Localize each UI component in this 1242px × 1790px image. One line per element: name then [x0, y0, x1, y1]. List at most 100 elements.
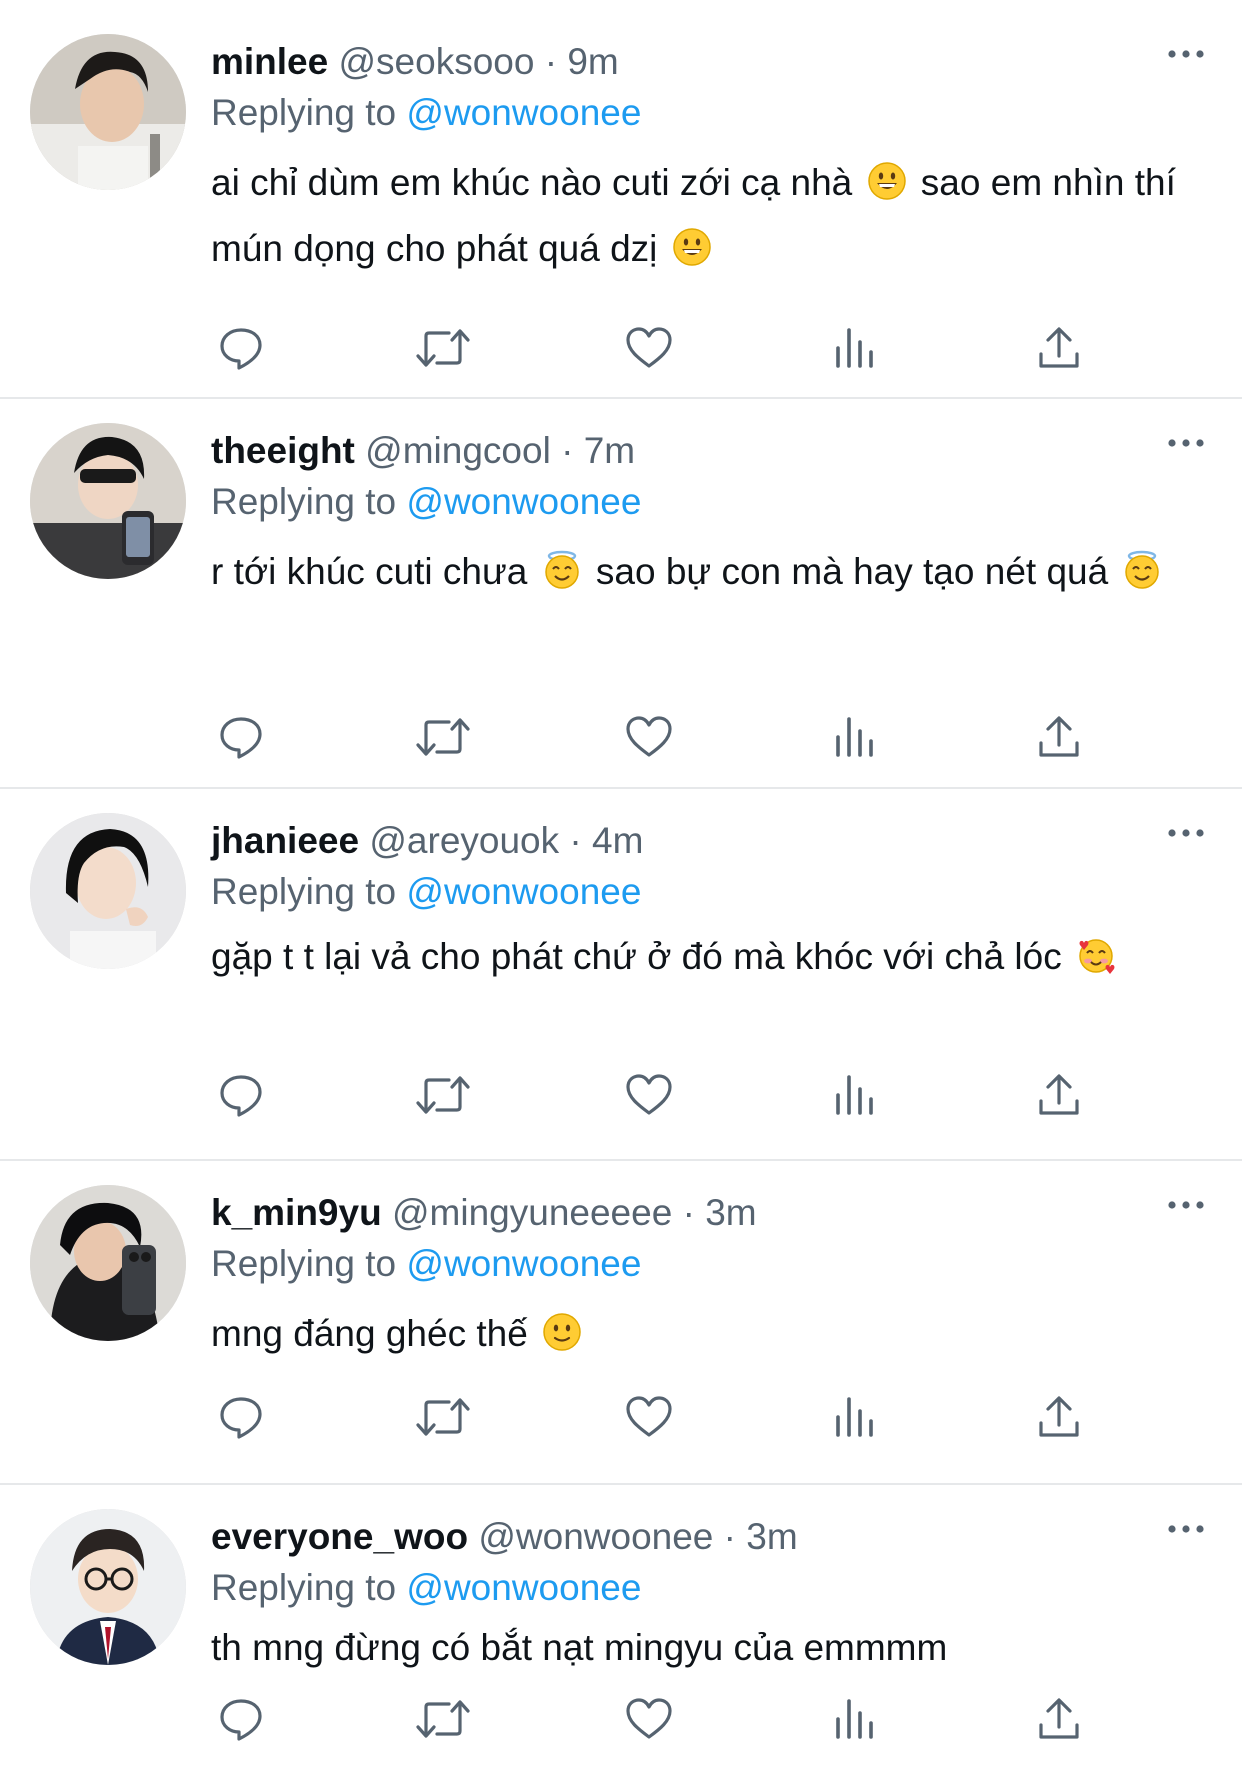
- replying-to-handle[interactable]: @wonwoonee: [406, 92, 641, 133]
- tweet[interactable]: everyone_woo @wonwoonee · 3m Replying to…: [0, 1485, 1242, 1790]
- separator-dot: ·: [544, 41, 558, 82]
- tweet-text: mng đáng ghéc thế: [211, 1301, 1191, 1367]
- tweet-text: ai chỉ dùm em khúc nào cuti zới cạ nhà s…: [211, 150, 1191, 282]
- timestamp[interactable]: 4m: [592, 820, 643, 861]
- like-button[interactable]: [619, 318, 679, 378]
- views-icon: [836, 328, 873, 368]
- share-button[interactable]: [1029, 1065, 1089, 1125]
- timestamp[interactable]: 3m: [746, 1516, 797, 1557]
- grinning-face-emoji: [672, 228, 711, 266]
- separator-dot: ·: [569, 820, 582, 861]
- tweet[interactable]: jhanieee @areyouok · 4m Replying to @won…: [0, 789, 1242, 1161]
- retweet-button[interactable]: [413, 707, 473, 767]
- timestamp[interactable]: 3m: [705, 1192, 756, 1233]
- user-handle[interactable]: @seoksooo: [339, 41, 535, 82]
- display-name[interactable]: k_min9yu: [211, 1192, 382, 1233]
- more-icon[interactable]: [1166, 433, 1206, 453]
- avatar[interactable]: [30, 423, 186, 579]
- reply-button[interactable]: [211, 1387, 271, 1447]
- user-handle[interactable]: @wonwoonee: [478, 1516, 713, 1557]
- like-icon: [626, 1074, 672, 1115]
- views-button[interactable]: [825, 318, 885, 378]
- display-name[interactable]: theeight: [211, 430, 355, 471]
- views-icon: [836, 1075, 873, 1115]
- user-handle[interactable]: @areyouok: [369, 820, 559, 861]
- replying-to-handle[interactable]: @wonwoonee: [406, 1567, 641, 1608]
- user-handle[interactable]: @mingcool: [365, 430, 551, 471]
- smiling-hearts-emoji: [1079, 939, 1115, 974]
- like-icon: [626, 716, 672, 757]
- more-icon[interactable]: [1166, 823, 1206, 843]
- tweet[interactable]: theeight @mingcool · 7m Replying to @won…: [0, 399, 1242, 789]
- share-button[interactable]: [1029, 1689, 1089, 1749]
- share-icon: [1039, 1396, 1079, 1437]
- timestamp[interactable]: 9m: [567, 41, 618, 82]
- like-button[interactable]: [619, 707, 679, 767]
- tweet-text-part: r tới khúc cuti chưa: [211, 551, 538, 592]
- tweet[interactable]: minlee @seoksooo · 9m Replying to @wonwo…: [0, 0, 1242, 399]
- avatar[interactable]: [30, 1509, 186, 1665]
- share-button[interactable]: [1029, 707, 1089, 767]
- retweet-button[interactable]: [413, 1689, 473, 1749]
- retweet-icon: [416, 718, 470, 756]
- replying-to-label: Replying to: [211, 92, 397, 133]
- reply-button[interactable]: [211, 1065, 271, 1125]
- like-button[interactable]: [619, 1387, 679, 1447]
- avatar[interactable]: [30, 34, 186, 190]
- reply-button[interactable]: [211, 707, 271, 767]
- replying-to-label: Replying to: [211, 871, 397, 912]
- action-bar: [211, 707, 1091, 767]
- display-name[interactable]: minlee: [211, 41, 328, 82]
- share-button[interactable]: [1029, 318, 1089, 378]
- tweet-text: gặp t t lại vả cho phát chứ ở đó mà khóc…: [211, 929, 1191, 985]
- views-icon: [836, 1397, 873, 1437]
- replying-to-handle[interactable]: @wonwoonee: [406, 871, 641, 912]
- retweet-icon: [416, 1700, 470, 1738]
- views-button[interactable]: [825, 1387, 885, 1447]
- reply-icon: [220, 717, 262, 759]
- replying-to: Replying to @wonwoonee: [211, 479, 1202, 525]
- retweet-button[interactable]: [413, 1387, 473, 1447]
- retweet-button[interactable]: [413, 318, 473, 378]
- action-bar: [211, 1065, 1091, 1125]
- retweet-button[interactable]: [413, 1065, 473, 1125]
- grinning-face-emoji: [867, 162, 906, 200]
- action-bar: [211, 1387, 1091, 1447]
- slight-smile-emoji: [543, 1313, 581, 1351]
- like-icon: [626, 327, 672, 368]
- user-handle[interactable]: @mingyuneeeee: [392, 1192, 672, 1233]
- replying-to: Replying to @wonwoonee: [211, 90, 1202, 136]
- timestamp[interactable]: 7m: [584, 430, 635, 471]
- replying-to-label: Replying to: [211, 1243, 397, 1284]
- reply-icon: [220, 1397, 262, 1439]
- views-button[interactable]: [825, 707, 885, 767]
- views-button[interactable]: [825, 1065, 885, 1125]
- retweet-icon: [416, 329, 470, 367]
- views-button[interactable]: [825, 1689, 885, 1749]
- like-button[interactable]: [619, 1689, 679, 1749]
- tweet-text-part: mng đáng ghéc thế: [211, 1313, 539, 1354]
- share-button[interactable]: [1029, 1387, 1089, 1447]
- reply-button[interactable]: [211, 318, 271, 378]
- more-icon[interactable]: [1166, 1519, 1206, 1539]
- replying-to-handle[interactable]: @wonwoonee: [406, 1243, 641, 1284]
- action-bar: [211, 1689, 1091, 1749]
- display-name[interactable]: jhanieee: [211, 820, 359, 861]
- more-icon[interactable]: [1166, 1195, 1206, 1215]
- share-icon: [1039, 1698, 1079, 1739]
- display-name[interactable]: everyone_woo: [211, 1516, 468, 1557]
- reply-icon: [220, 1075, 262, 1117]
- separator-dot: ·: [561, 430, 574, 471]
- reply-icon: [220, 328, 262, 370]
- reply-feed: minlee @seoksooo · 9m Replying to @wonwo…: [0, 0, 1242, 1790]
- like-button[interactable]: [619, 1065, 679, 1125]
- more-icon[interactable]: [1166, 44, 1206, 64]
- retweet-icon: [416, 1076, 470, 1114]
- separator-dot: ·: [682, 1192, 695, 1233]
- avatar[interactable]: [30, 1185, 186, 1341]
- reply-button[interactable]: [211, 1689, 271, 1749]
- tweet[interactable]: k_min9yu @mingyuneeeee · 3m Replying to …: [0, 1161, 1242, 1485]
- tweet-text-part: ai chỉ dùm em khúc nào cuti zới cạ nhà: [211, 162, 863, 203]
- avatar[interactable]: [30, 813, 186, 969]
- replying-to-handle[interactable]: @wonwoonee: [406, 481, 641, 522]
